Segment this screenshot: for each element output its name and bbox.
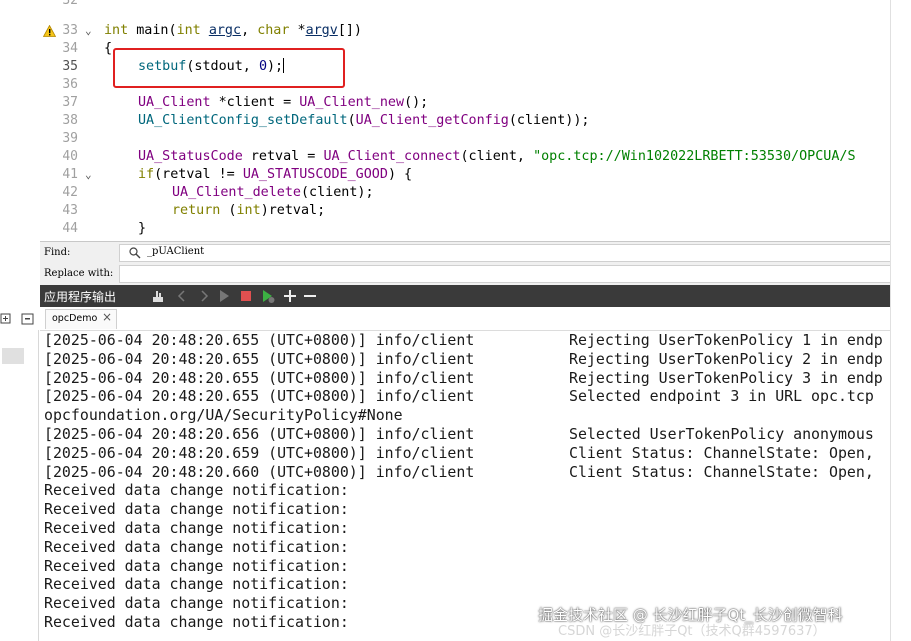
gutter-line: 41 ⌄ [40, 166, 102, 184]
minus-icon[interactable] [302, 288, 318, 304]
code-line-34: { [104, 41, 113, 56]
code-text-area[interactable]: int main(int argc, char *argv[]) { setbu… [104, 0, 890, 241]
log-line: Received data change notification: [44, 594, 349, 613]
log-message: Rejecting UserTokenPolicy 3 in endp [569, 368, 883, 387]
application-output-log[interactable]: [2025-06-04 20:48:20.655 (UTC+0800)] inf… [44, 330, 890, 641]
log-message: Rejecting UserTokenPolicy 1 in endp [569, 331, 883, 349]
line-number: 44 [62, 221, 78, 236]
log-line: opcfoundation.org/UA/SecurityPolicy#None [44, 406, 403, 425]
attach-debugger-icon[interactable] [150, 288, 166, 304]
line-number: 36 [62, 77, 78, 92]
code-line-43: return (int)retval; [172, 203, 326, 218]
watermark-line-2: CSDN @长沙红胖子Qt（技术Q群4597637） [558, 624, 826, 639]
log-line: [2025-06-04 20:48:20.655 (UTC+0800)] inf… [44, 331, 475, 349]
gutter-line: 32 [40, 0, 102, 10]
gutter-line: 38 [40, 112, 102, 130]
pane-divider [38, 330, 39, 641]
line-number: 33 [62, 23, 78, 38]
gutter-line: 43 [40, 202, 102, 220]
gutter-line: 35 [40, 58, 102, 76]
close-icon[interactable]: × [102, 310, 112, 324]
gutter-line: 37 [40, 94, 102, 112]
log-message: Selected endpoint 3 in URL opc.tcp [569, 387, 874, 406]
replace-label: Replace with: [44, 268, 114, 279]
output-pane-title: 应用程序输出 [44, 290, 117, 304]
log-message: Rejecting UserTokenPolicy 2 in endp [569, 349, 883, 368]
tab-opcdemo[interactable]: opcDemo × [45, 309, 117, 329]
vertical-scrollbar[interactable] [890, 0, 911, 641]
find-input[interactable]: _pUAClient [119, 244, 890, 262]
log-line: [2025-06-04 20:48:20.655 (UTC+0800)] inf… [44, 349, 475, 368]
log-line: Received data change notification: [44, 519, 349, 537]
gutter-line: 44 [40, 220, 102, 238]
code-line-33: int main(int argc, char *argv[]) [104, 23, 362, 38]
gutter-line: 42 [40, 184, 102, 202]
code-line-44: } [138, 221, 147, 236]
code-line-42: UA_Client_delete(client); [172, 185, 374, 200]
line-number-gutter: 32 33 ⌄ 34 35 36 37 38 39 40 41 ⌄ 42 43 … [40, 0, 102, 241]
sidebar-toggle-icon[interactable] [0, 310, 40, 330]
run-icon[interactable] [216, 288, 232, 304]
left-pane-scrollbar[interactable] [2, 348, 24, 364]
log-line: [2025-06-04 20:48:20.656 (UTC+0800)] inf… [44, 425, 475, 443]
line-number: 39 [62, 131, 78, 146]
log-line: [2025-06-04 20:48:20.655 (UTC+0800)] inf… [44, 387, 475, 406]
debug-run-icon[interactable] [260, 288, 276, 304]
line-number: 43 [62, 203, 78, 218]
plus-icon[interactable] [282, 288, 298, 304]
stop-icon[interactable] [238, 288, 254, 304]
log-line: Received data change notification: [44, 537, 349, 556]
log-message: Selected UserTokenPolicy anonymous [569, 425, 874, 443]
line-number: 34 [62, 41, 78, 56]
code-line-37: UA_Client *client = UA_Client_new(); [138, 95, 429, 110]
line-number: 40 [62, 149, 78, 164]
gutter-line: 40 [40, 148, 102, 166]
log-line: [2025-06-04 20:48:20.655 (UTC+0800)] inf… [44, 368, 475, 387]
log-line: [2025-06-04 20:48:20.660 (UTC+0800)] inf… [44, 462, 475, 481]
replace-input[interactable] [119, 265, 890, 283]
output-pane-toolbar: 应用程序输出 [40, 285, 890, 307]
line-number: 38 [62, 113, 78, 128]
tab-label: opcDemo [52, 313, 98, 324]
log-line: [2025-06-04 20:48:20.659 (UTC+0800)] inf… [44, 443, 475, 462]
highlight-annotation-box [113, 48, 345, 88]
find-replace-panel: Find: _pUAClient Replace with: [40, 241, 890, 286]
line-number: 35 [62, 59, 78, 74]
line-number: 32 [62, 0, 78, 8]
line-number: 37 [62, 95, 78, 110]
log-line: Received data change notification: [44, 500, 349, 519]
line-number: 42 [62, 185, 78, 200]
code-editor[interactable]: 32 33 ⌄ 34 35 36 37 38 39 40 41 ⌄ 42 43 … [40, 0, 890, 241]
fold-arrow-icon[interactable]: ⌄ [85, 22, 92, 40]
code-line-40: UA_StatusCode retval = UA_Client_connect… [138, 149, 856, 164]
log-line: Received data change notification: [44, 613, 349, 631]
search-icon[interactable] [129, 247, 141, 259]
chevron-right-icon[interactable] [196, 288, 212, 304]
find-query: _pUAClient [147, 246, 205, 257]
log-line: Received data change notification: [44, 481, 349, 500]
line-number: 41 [62, 167, 78, 182]
log-message: Client Status: ChannelState: Open, [569, 462, 874, 481]
log-line: Received data change notification: [44, 575, 349, 594]
fold-arrow-icon[interactable]: ⌄ [85, 166, 92, 184]
gutter-line: 33 ⌄ [40, 22, 102, 40]
chevron-left-icon[interactable] [174, 288, 190, 304]
gutter-line: 36 [40, 76, 102, 94]
log-message: Client Status: ChannelState: Open, [569, 443, 874, 462]
gutter-line: 34 [40, 40, 102, 58]
output-tab-bar: opcDemo × [40, 307, 890, 331]
code-line-38: UA_ClientConfig_setDefault(UA_Client_get… [138, 113, 590, 128]
find-label: Find: [44, 247, 71, 258]
code-line-41: if(retval != UA_STATUSCODE_GOOD) { [138, 167, 413, 182]
warning-icon[interactable] [43, 25, 56, 37]
log-line: Received data change notification: [44, 556, 349, 575]
gutter-line: 39 [40, 130, 102, 148]
